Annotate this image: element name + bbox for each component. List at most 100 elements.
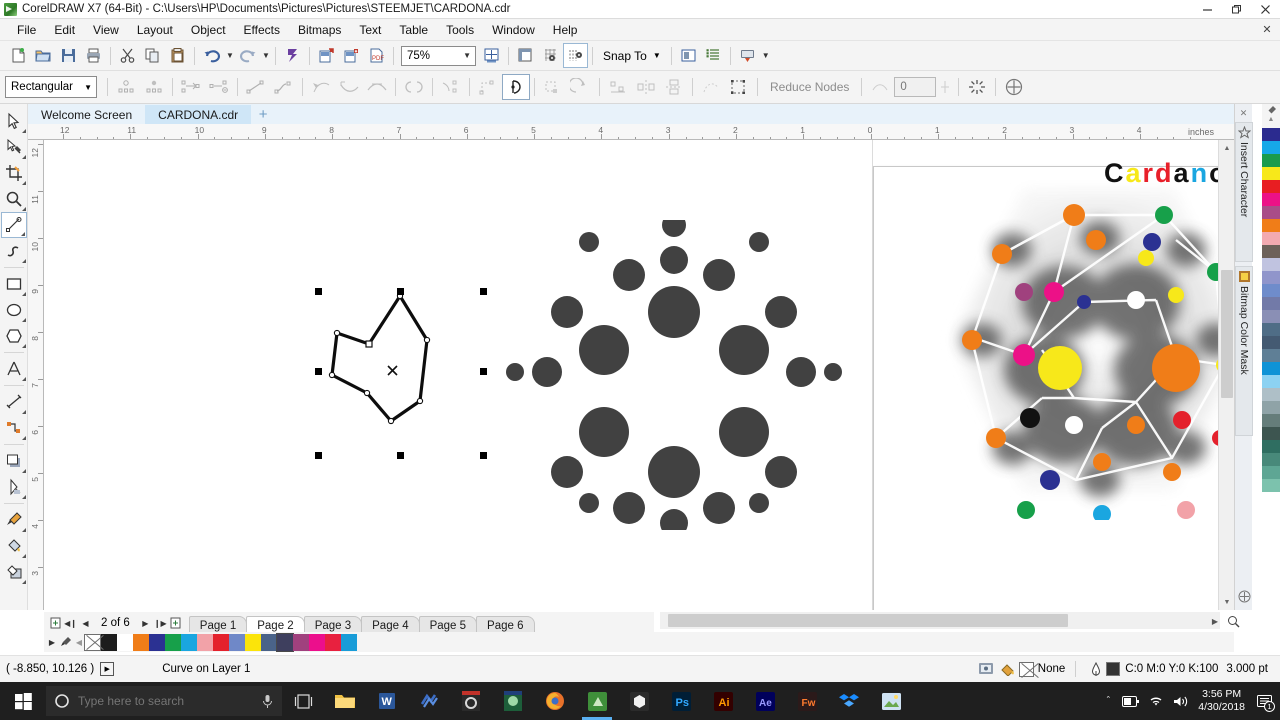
shape-tool[interactable] (1, 134, 27, 160)
pes-button[interactable] (492, 682, 534, 720)
vertical-palette-swatch[interactable] (1262, 297, 1280, 310)
scroll-right-button[interactable]: ▶ (1208, 614, 1222, 628)
reverse-direction-icon[interactable] (400, 74, 428, 100)
export-icon[interactable] (339, 43, 364, 68)
search-input[interactable] (78, 694, 238, 708)
cut-icon[interactable] (115, 43, 140, 68)
save-icon[interactable] (56, 43, 81, 68)
menu-edit[interactable]: Edit (45, 20, 84, 40)
rotate-nodes-icon[interactable] (539, 74, 567, 100)
vertical-ruler[interactable]: 12111098765432 (28, 140, 44, 610)
elastic-mode-icon[interactable] (697, 74, 725, 100)
vertical-palette-swatch[interactable] (1262, 180, 1280, 193)
docker-tab-bitmap-color-mask[interactable]: Bitmap Color Mask (1235, 266, 1253, 436)
minimize-button[interactable] (1193, 0, 1222, 19)
palette-swatch[interactable] (117, 633, 133, 651)
outline-color-swatch[interactable] (1106, 662, 1121, 676)
maximize-button[interactable] (1222, 0, 1251, 19)
color-eyedropper-tool[interactable] (1, 507, 27, 533)
vertical-palette-swatch[interactable] (1262, 388, 1280, 401)
horizontal-ruler[interactable]: inches 12 11 10 9 8 7 6 5 4 3 2 1 0 1 2 3 4 (28, 124, 1234, 140)
horizontal-scroll-thumb[interactable] (668, 614, 1068, 627)
palette-swatch[interactable] (261, 633, 277, 651)
stretch-nodes-icon[interactable] (502, 74, 530, 100)
last-page-button[interactable]: ❙▶ (153, 615, 168, 631)
menu-effects[interactable]: Effects (235, 20, 289, 40)
align-nodes-icon[interactable] (604, 74, 632, 100)
zoom-fit-button[interactable] (1224, 612, 1242, 630)
menu-bitmaps[interactable]: Bitmaps (289, 20, 350, 40)
notification-center-button[interactable]: 1 (1254, 691, 1275, 712)
show-guides-icon[interactable] (563, 43, 588, 68)
previous-page-button[interactable]: ◀ (78, 615, 93, 631)
vertical-palette-swatch[interactable] (1262, 336, 1280, 349)
corel-connect-icon[interactable] (280, 43, 305, 68)
task-view-button[interactable] (282, 682, 324, 720)
dimension-tool[interactable] (1, 389, 27, 415)
crop-tool[interactable] (1, 160, 27, 186)
docker-tab-insert-character[interactable]: Insert Character (1235, 122, 1253, 262)
show-rulers-icon[interactable] (513, 43, 538, 68)
palette-swatch[interactable] (309, 633, 325, 651)
select-all-nodes2-icon[interactable] (725, 74, 753, 100)
game-button[interactable] (450, 682, 492, 720)
menu-window[interactable]: Window (483, 20, 544, 40)
join-nodes-icon[interactable] (242, 74, 270, 100)
node-marquee-icon[interactable] (963, 74, 991, 100)
transparency-tool[interactable] (1, 474, 27, 500)
menu-table[interactable]: Table (390, 20, 437, 40)
photos-button[interactable] (870, 682, 912, 720)
reflect-nodes-vertical-icon[interactable] (660, 74, 688, 100)
dropbox-button[interactable] (828, 682, 870, 720)
delete-node-icon[interactable] (205, 74, 233, 100)
smooth-node-icon[interactable] (363, 74, 391, 100)
canvas-vertical-scrollbar[interactable]: ▲ ▼ (1218, 140, 1235, 610)
vertical-palette-swatch[interactable] (1262, 310, 1280, 323)
paste-icon[interactable] (165, 43, 190, 68)
outline-pen-icon[interactable] (1086, 660, 1106, 678)
close-button[interactable] (1251, 0, 1280, 19)
palette-swatch[interactable] (165, 633, 181, 651)
photoshop-button[interactable]: Ps (660, 682, 702, 720)
palette-swatch[interactable] (245, 633, 261, 651)
vertical-palette-swatch[interactable] (1262, 323, 1280, 336)
new-document-icon[interactable] (6, 43, 31, 68)
fill-none-swatch[interactable] (1018, 661, 1034, 677)
zoom-tool[interactable] (1, 186, 27, 212)
steem-button[interactable] (408, 682, 450, 720)
document-tab-cardona[interactable]: CARDONA.cdr (145, 105, 252, 124)
reflect-nodes-horizontal-icon[interactable] (632, 74, 660, 100)
drop-shadow-tool[interactable] (1, 448, 27, 474)
menu-help[interactable]: Help (544, 20, 587, 40)
palette-no-color-swatch[interactable] (84, 633, 101, 651)
vertical-palette-swatch[interactable] (1262, 167, 1280, 180)
vertical-palette-swatch[interactable] (1262, 206, 1280, 219)
vertical-palette-swatch[interactable] (1262, 375, 1280, 388)
taskbar-clock[interactable]: 3:56 PM 4/30/2018 (1198, 688, 1245, 714)
vertical-scroll-thumb[interactable] (1221, 270, 1233, 398)
status-expand-button[interactable]: ▶ (100, 662, 115, 676)
next-page-button[interactable]: ▶ (138, 615, 153, 631)
docker-add-button[interactable] (1236, 588, 1252, 604)
ellipse-tool[interactable] (1, 297, 27, 323)
file-explorer-button[interactable] (324, 682, 366, 720)
illustrator-button[interactable]: Ai (702, 682, 744, 720)
skew-nodes-icon[interactable] (567, 74, 595, 100)
vertical-palette-swatch[interactable] (1262, 271, 1280, 284)
vertical-palette-swatch[interactable] (1262, 414, 1280, 427)
palette-swatch[interactable] (197, 633, 213, 651)
close-document-button[interactable]: ✕ (1258, 21, 1276, 39)
scroll-up-button[interactable]: ▲ (1219, 140, 1235, 156)
fill-tool[interactable] (1, 533, 27, 559)
taskbar-search-box[interactable] (46, 686, 282, 716)
document-tab-welcome-screen[interactable]: Welcome Screen (28, 105, 145, 124)
convert-to-curve-icon[interactable] (335, 74, 363, 100)
vertical-palette-swatch[interactable] (1262, 401, 1280, 414)
application-launcher-icon[interactable] (735, 43, 760, 68)
open-icon[interactable] (31, 43, 56, 68)
copy-icon[interactable] (140, 43, 165, 68)
vertical-palette-swatch[interactable] (1262, 154, 1280, 167)
extend-curve-icon[interactable] (437, 74, 465, 100)
vertical-palette-swatch[interactable] (1262, 141, 1280, 154)
add-page-before-button[interactable] (48, 615, 63, 631)
